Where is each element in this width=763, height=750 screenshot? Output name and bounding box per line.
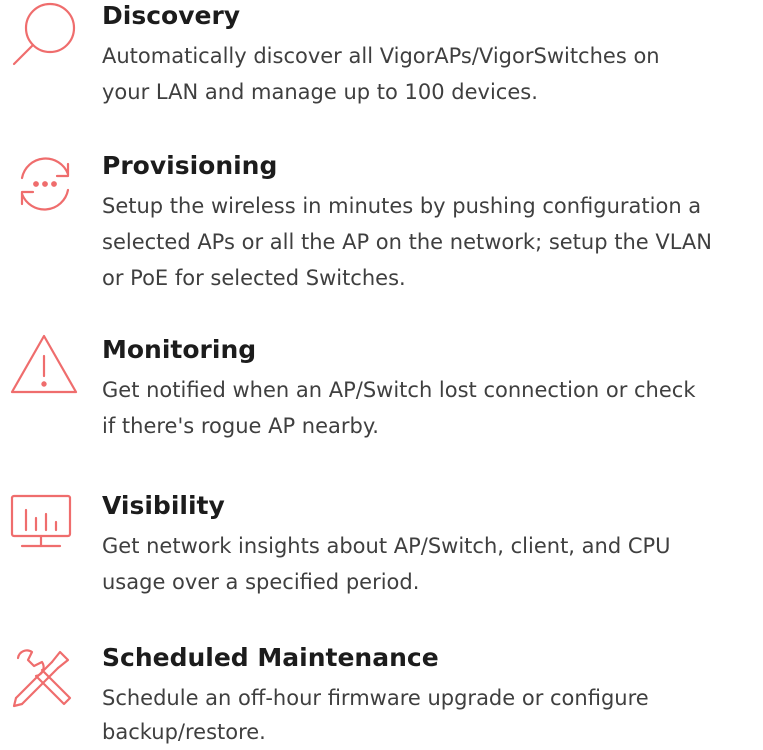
feature-description-line: if there's rogue AP nearby.: [102, 414, 379, 438]
feature-title: Discovery: [102, 1, 241, 30]
warning-icon: [8, 330, 80, 402]
monitor-chart-icon: [8, 488, 80, 560]
feature-description-line: Setup the wireless in minutes by pushing…: [102, 194, 702, 218]
feature-description-line: Get network insights about AP/Switch, cl…: [102, 534, 671, 558]
feature-title: Visibility: [102, 491, 225, 520]
tools-icon: [8, 640, 80, 712]
feature-description-line: Automatically discover all VigorAPs/Vigo…: [102, 44, 660, 68]
feature-description-line: your LAN and manage up to 100 devices.: [102, 80, 538, 104]
feature-description-line: Get notified when an AP/Switch lost conn…: [102, 378, 696, 402]
feature-description-line: usage over a specified period.: [102, 570, 420, 594]
feature-description-line: or PoE for selected Switches.: [102, 266, 406, 290]
feature-title: Scheduled Maintenance: [102, 643, 439, 672]
feature-title: Monitoring: [102, 335, 257, 364]
feature-title: Provisioning: [102, 151, 278, 180]
feature-description-line: selected APs or all the AP on the networ…: [102, 230, 712, 254]
feature-description-line: backup/restore.: [102, 720, 266, 744]
feature-description-line: Schedule an off-hour firmware upgrade or…: [102, 686, 649, 710]
search-icon: [8, 0, 80, 72]
sync-icon: [8, 148, 80, 220]
